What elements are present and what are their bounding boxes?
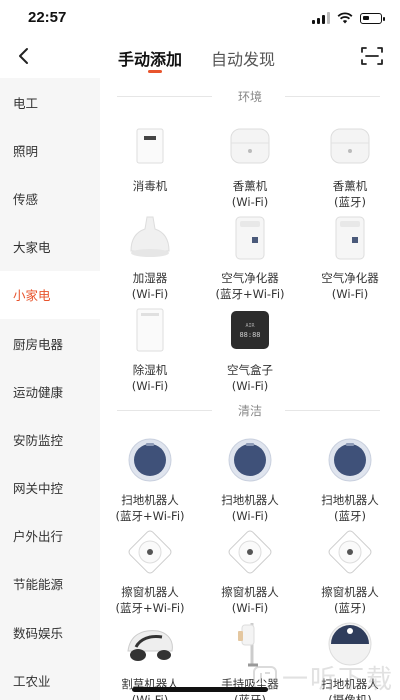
device-tile[interactable]: 香薰机 (蓝牙)	[300, 118, 400, 210]
device-connectivity: (蓝牙+Wi-Fi)	[215, 287, 285, 301]
section-title: 清洁	[237, 403, 262, 418]
section-title: 环境	[237, 89, 262, 104]
device-name: 香薰机	[332, 179, 368, 193]
device-name: 加湿器	[132, 271, 168, 285]
aroma-diffuser-icon	[222, 118, 278, 174]
sidebar-item[interactable]: 安防监控	[0, 415, 100, 463]
aroma-diffuser-icon	[322, 118, 378, 174]
device-tile[interactable]: 消毒机	[100, 118, 200, 194]
device-name: 擦窗机器人	[321, 585, 379, 599]
device-name: 擦窗机器人	[121, 585, 179, 599]
divider	[117, 410, 212, 411]
category-sidebar: 电工 照明 传感 大家电 小家电 厨房电器 运动健康 安防监控 网关中控 户外出行 节能能源 数码娱乐…	[0, 78, 100, 700]
device-connectivity: (蓝牙)	[334, 601, 366, 615]
device-connectivity: (Wi-Fi)	[331, 287, 369, 301]
dehumidifier-icon	[122, 302, 178, 358]
chevron-left-icon	[19, 48, 28, 64]
active-tab-indicator	[148, 70, 162, 73]
lawn-mower-robot-icon	[122, 616, 178, 672]
robot-vacuum-icon	[222, 432, 278, 488]
device-name: 空气净化器	[221, 271, 279, 285]
window-robot-icon	[222, 524, 278, 580]
scan-button[interactable]	[358, 42, 386, 70]
device-name: 空气净化器	[321, 271, 379, 285]
svg-text:AIR: AIR	[245, 323, 255, 329]
device-connectivity: (蓝牙+Wi-Fi)	[115, 601, 185, 615]
cellular-signal-icon	[312, 12, 330, 24]
wifi-icon	[337, 12, 353, 24]
humidifier-icon	[122, 210, 178, 266]
sidebar-item[interactable]: 网关中控	[0, 464, 100, 512]
status-time: 22:57	[28, 9, 67, 26]
robot-vacuum-icon	[122, 432, 178, 488]
sidebar-item[interactable]: 厨房电器	[0, 319, 100, 367]
device-connectivity: (Wi-Fi)	[131, 287, 169, 301]
device-name: 消毒机	[132, 179, 168, 193]
window-robot-icon	[322, 524, 378, 580]
device-connectivity: (蓝牙+Wi-Fi)	[115, 509, 185, 523]
watermark-text: 一听下载	[281, 665, 394, 695]
window-robot-icon	[122, 524, 178, 580]
device-tile[interactable]: 除湿机 (Wi-Fi)	[100, 302, 200, 394]
tab-auto-discover[interactable]: 自动发现	[211, 46, 275, 70]
tab-manual-add[interactable]: 手动添加	[118, 46, 182, 70]
device-tile[interactable]: 擦窗机器人 (蓝牙)	[300, 524, 400, 616]
sidebar-item[interactable]: 运动健康	[0, 367, 100, 415]
section-header: 环境	[100, 86, 400, 106]
divider	[117, 96, 212, 97]
device-tile[interactable]: 香薰机 (Wi-Fi)	[200, 118, 300, 210]
device-tile[interactable]: 擦窗机器人 (Wi-Fi)	[200, 524, 300, 616]
device-tile[interactable]: 扫地机器人 (蓝牙+Wi-Fi)	[100, 432, 200, 524]
air-box-icon: AIR 88:88	[222, 302, 278, 358]
sidebar-item[interactable]: 电工	[0, 78, 100, 126]
battery-icon	[360, 12, 385, 24]
device-name: 香薰机	[232, 179, 268, 193]
scan-icon	[361, 47, 383, 65]
section-header: 清洁	[100, 400, 400, 420]
sidebar-item[interactable]: 户外出行	[0, 512, 100, 560]
sterilizer-icon	[122, 118, 178, 174]
header: 手动添加 自动发现	[0, 36, 400, 78]
device-name: 扫地机器人	[321, 493, 379, 507]
device-connectivity: (Wi-Fi)	[131, 379, 169, 393]
svg-text:88:88: 88:88	[239, 331, 260, 339]
divider	[285, 96, 380, 97]
device-name: 扫地机器人	[221, 493, 279, 507]
status-icons	[312, 12, 385, 24]
back-button[interactable]	[10, 42, 38, 70]
device-connectivity: (蓝牙)	[334, 509, 366, 523]
device-tile[interactable]: AIR 88:88 空气盒子 (Wi-Fi)	[200, 302, 300, 394]
device-connectivity: (Wi-Fi)	[131, 693, 169, 700]
sidebar-item[interactable]: 大家电	[0, 223, 100, 271]
air-purifier-icon	[322, 210, 378, 266]
divider	[285, 410, 380, 411]
watermark: 一听下载	[252, 659, 394, 696]
device-connectivity: (Wi-Fi)	[231, 195, 269, 209]
device-tile[interactable]: 空气净化器 (Wi-Fi)	[300, 210, 400, 302]
device-tile[interactable]: 擦窗机器人 (蓝牙+Wi-Fi)	[100, 524, 200, 616]
sidebar-item[interactable]: 节能能源	[0, 560, 100, 608]
device-list: 环境消毒机 香薰机 (Wi-Fi) 香薰机 (蓝牙) 加湿器 (Wi-Fi) 空气净化器 (蓝牙…	[100, 78, 400, 700]
device-name: 除湿机	[132, 363, 168, 377]
device-tile[interactable]: 扫地机器人 (Wi-Fi)	[200, 432, 300, 524]
device-connectivity: (蓝牙)	[334, 195, 366, 209]
sidebar-item[interactable]: 照明	[0, 126, 100, 174]
device-tile[interactable]: 扫地机器人 (蓝牙)	[300, 432, 400, 524]
device-connectivity: (Wi-Fi)	[231, 509, 269, 523]
air-purifier-icon	[222, 210, 278, 266]
device-connectivity: (Wi-Fi)	[231, 601, 269, 615]
status-bar: 22:57	[0, 0, 400, 36]
sidebar-item[interactable]: 数码娱乐	[0, 608, 100, 656]
device-connectivity: (Wi-Fi)	[231, 379, 269, 393]
device-name: 擦窗机器人	[221, 585, 279, 599]
home-indicator	[132, 687, 268, 692]
device-name: 空气盒子	[227, 363, 273, 377]
device-name: 扫地机器人	[121, 493, 179, 507]
sidebar-item[interactable]: 小家电	[0, 270, 100, 319]
robot-vacuum-icon	[322, 432, 378, 488]
device-tile[interactable]: 空气净化器 (蓝牙+Wi-Fi)	[200, 210, 300, 302]
sidebar-item[interactable]: 工农业	[0, 656, 100, 700]
sidebar-item[interactable]: 传感	[0, 174, 100, 222]
device-tile[interactable]: 加湿器 (Wi-Fi)	[100, 210, 200, 302]
